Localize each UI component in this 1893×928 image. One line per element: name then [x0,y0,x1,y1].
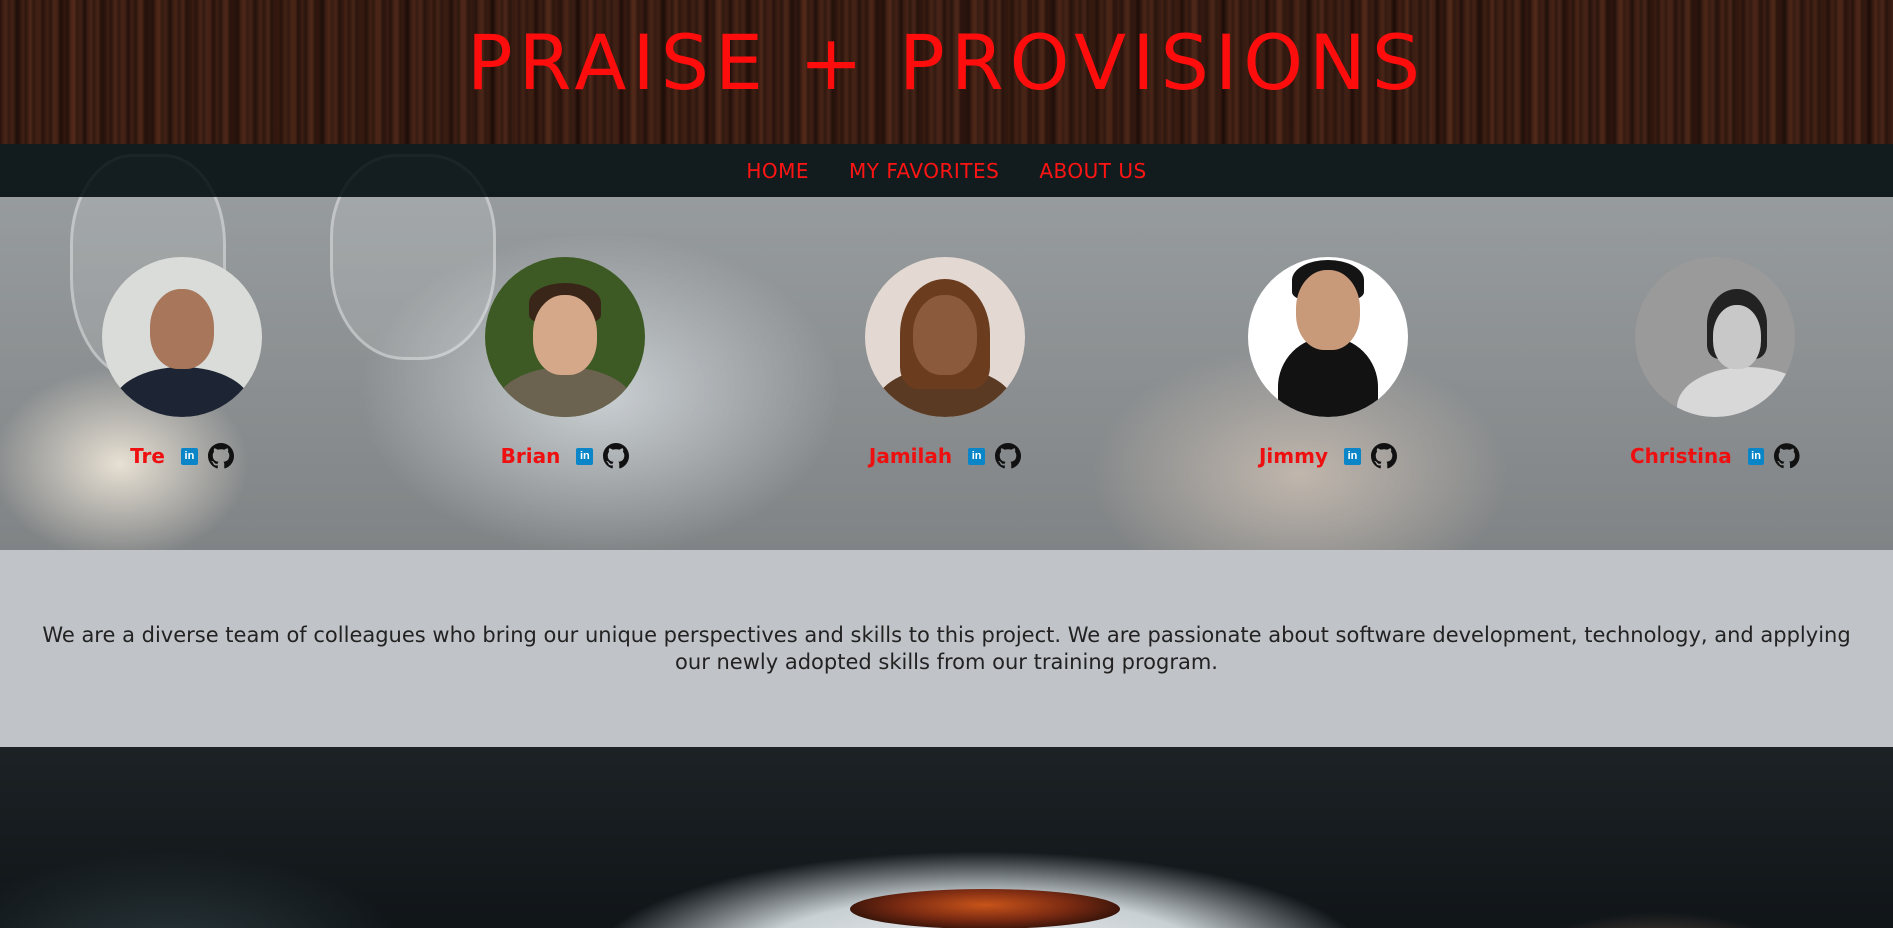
nav-item-home[interactable]: HOME [746,159,809,183]
team-section: Tre in Brian in Jamilah in Jimmy in Chri… [0,197,1893,550]
team-member-card: Christina in [1630,257,1800,469]
member-name: Jamilah [868,444,953,468]
member-name: Tre [130,444,165,468]
member-name: Christina [1630,444,1732,468]
site-header: PRAISE + PROVISIONS [0,0,1893,144]
member-name: Jimmy [1258,444,1328,468]
avatar [102,257,262,417]
nav-item-my-favorites[interactable]: MY FAVORITES [849,159,999,183]
avatar [1635,257,1795,417]
team-member-card: Jamilah in [860,257,1030,469]
team-member-card: Brian in [480,257,650,469]
avatar [485,257,645,417]
site-title[interactable]: PRAISE + PROVISIONS [0,18,1893,108]
github-icon[interactable] [995,443,1022,469]
nav-item-about-us[interactable]: ABOUT US [1039,159,1146,183]
team-member-card: Tre in [97,257,267,469]
member-name: Brian [500,444,561,468]
avatar [1248,257,1408,417]
linkedin-icon[interactable]: in [1344,447,1361,465]
github-icon[interactable] [1371,443,1397,469]
linkedin-icon[interactable]: in [180,447,198,465]
about-section: We are a diverse team of colleagues who … [0,550,1893,747]
github-icon[interactable] [1774,443,1800,469]
food-plate-image [850,889,1120,928]
github-icon[interactable] [603,443,630,469]
team-member-card: Jimmy in [1243,257,1413,469]
linkedin-icon[interactable]: in [1747,447,1765,465]
avatar [865,257,1025,417]
main-nav: HOME MY FAVORITES ABOUT US [0,144,1893,197]
linkedin-icon[interactable]: in [576,447,594,465]
about-description: We are a diverse team of colleagues who … [42,622,1851,674]
linkedin-icon[interactable]: in [968,447,986,465]
github-icon[interactable] [207,443,234,469]
